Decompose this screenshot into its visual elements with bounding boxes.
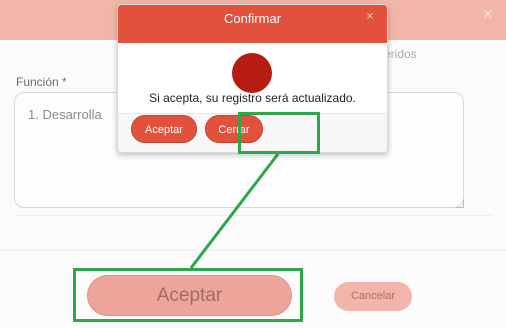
funcion-label: Función * <box>16 75 67 89</box>
confirm-accept-button[interactable]: Aceptar <box>131 115 197 143</box>
confirm-message: Si acepta, su registro será actualizado. <box>149 91 356 105</box>
annotation-highlight-top <box>238 112 320 154</box>
background-cancel-button[interactable]: Cancelar <box>334 282 412 311</box>
annotation-highlight-bottom <box>73 268 303 322</box>
background-close-icon[interactable]: × <box>481 8 495 22</box>
textarea-resize-handle[interactable] <box>455 199 464 208</box>
funcion-textarea-value: 1. Desarrolla <box>28 107 102 122</box>
close-icon[interactable]: × <box>363 10 377 24</box>
confirm-dialog-title: Confirmar <box>223 11 282 26</box>
required-fields-note: eridos <box>384 47 417 61</box>
divider <box>0 250 506 251</box>
divider <box>14 215 492 216</box>
status-circle-icon <box>232 53 272 93</box>
